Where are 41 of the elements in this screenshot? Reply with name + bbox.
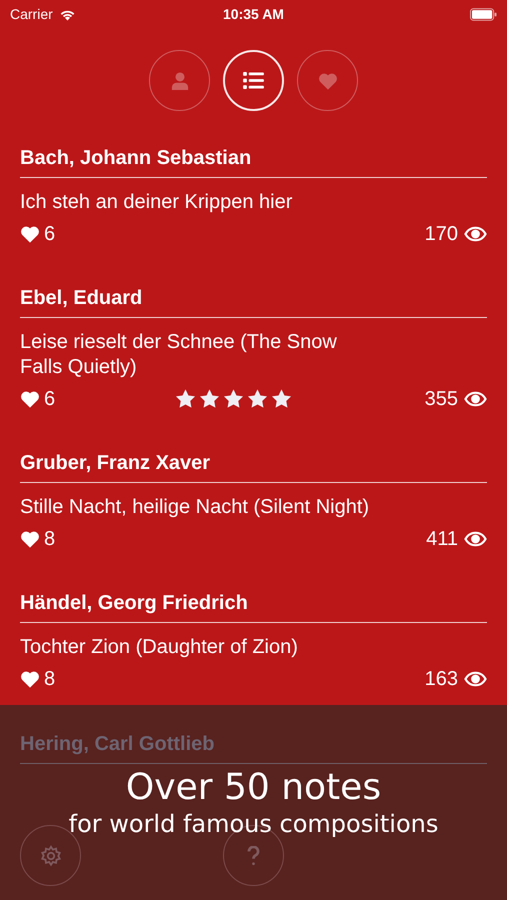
composer-name: Ebel, Eduard [20,285,487,318]
composer-name: Händel, Georg Friedrich [20,590,487,623]
song-title[interactable]: Leise rieselt der Schnee (The Snow Falls Quietly) [20,330,380,380]
view-count: 411 [426,527,458,552]
list-icon [243,72,264,89]
clock-time: 10:35 AM [223,4,284,24]
heart-icon [20,530,40,548]
eye-icon [464,226,487,242]
heart-icon [318,72,338,90]
composer-name: Gruber, Franz Xaver [20,450,487,483]
heart-icon [20,225,40,243]
promo-headline: Over 50 notes [126,767,382,809]
star-icon [271,389,292,409]
star-icon [223,389,244,409]
song-title[interactable]: Stille Nacht, heilige Nacht (Silent Night) [20,495,380,520]
heart-icon [20,390,40,408]
star-icon [199,389,220,409]
eye-icon [464,531,487,547]
song-title[interactable]: Tochter Zion (Daughter of Zion) [20,635,380,660]
carrier-label: Carrier [10,4,53,24]
star-icon [175,389,196,409]
battery-icon [470,8,497,20]
question-mark-icon [247,846,260,866]
heart-icon [20,670,40,688]
like-count: 6 [44,222,56,247]
like-count: 6 [44,387,56,412]
like-count: 8 [44,527,56,552]
view-count: 170 [424,222,458,247]
composer-name: Bach, Johann Sebastian [20,145,487,178]
eye-icon [464,391,487,407]
view-count: 355 [424,387,458,412]
settings-icon [40,844,62,866]
view-count: 163 [424,667,458,692]
song-title[interactable]: Ich steh an deiner Krippen hier [20,190,380,215]
like-count: 8 [44,667,56,692]
composer-name: Hering, Carl Gottlieb [20,731,487,764]
star-icon [247,389,268,409]
eye-icon [464,671,487,687]
tab-button[interactable] [223,50,284,111]
promo-subline: for world famous compositions [68,809,438,839]
person-icon [170,72,188,90]
